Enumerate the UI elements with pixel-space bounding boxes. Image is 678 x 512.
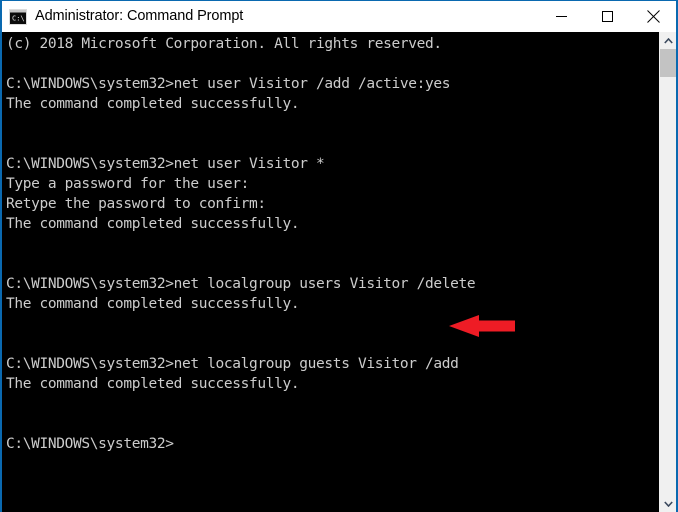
maximize-icon	[601, 11, 613, 22]
chevron-up-icon	[664, 37, 673, 44]
title-bar[interactable]: C:\ Administrator: Command Prompt	[2, 1, 676, 32]
svg-text:C:\: C:\	[12, 14, 25, 22]
maximize-button[interactable]	[584, 1, 630, 32]
console-text: (c) 2018 Microsoft Corporation. All righ…	[6, 36, 476, 452]
scroll-down-button[interactable]	[660, 495, 676, 512]
command-prompt-icon: C:\	[9, 8, 27, 25]
scrollbar-track[interactable]	[660, 77, 676, 495]
close-icon	[646, 10, 660, 23]
window-title: Administrator: Command Prompt	[35, 8, 244, 24]
command-prompt-window: C:\ Administrator: Command Prompt (c) 20…	[0, 0, 678, 512]
console-output-area[interactable]: (c) 2018 Microsoft Corporation. All righ…	[2, 32, 659, 512]
minimize-icon	[555, 16, 567, 17]
chevron-down-icon	[664, 500, 673, 507]
scroll-up-button[interactable]	[660, 32, 676, 49]
scrollbar-thumb[interactable]	[660, 49, 676, 77]
minimize-button[interactable]	[538, 1, 584, 32]
vertical-scrollbar[interactable]	[659, 32, 676, 512]
close-button[interactable]	[630, 1, 676, 32]
